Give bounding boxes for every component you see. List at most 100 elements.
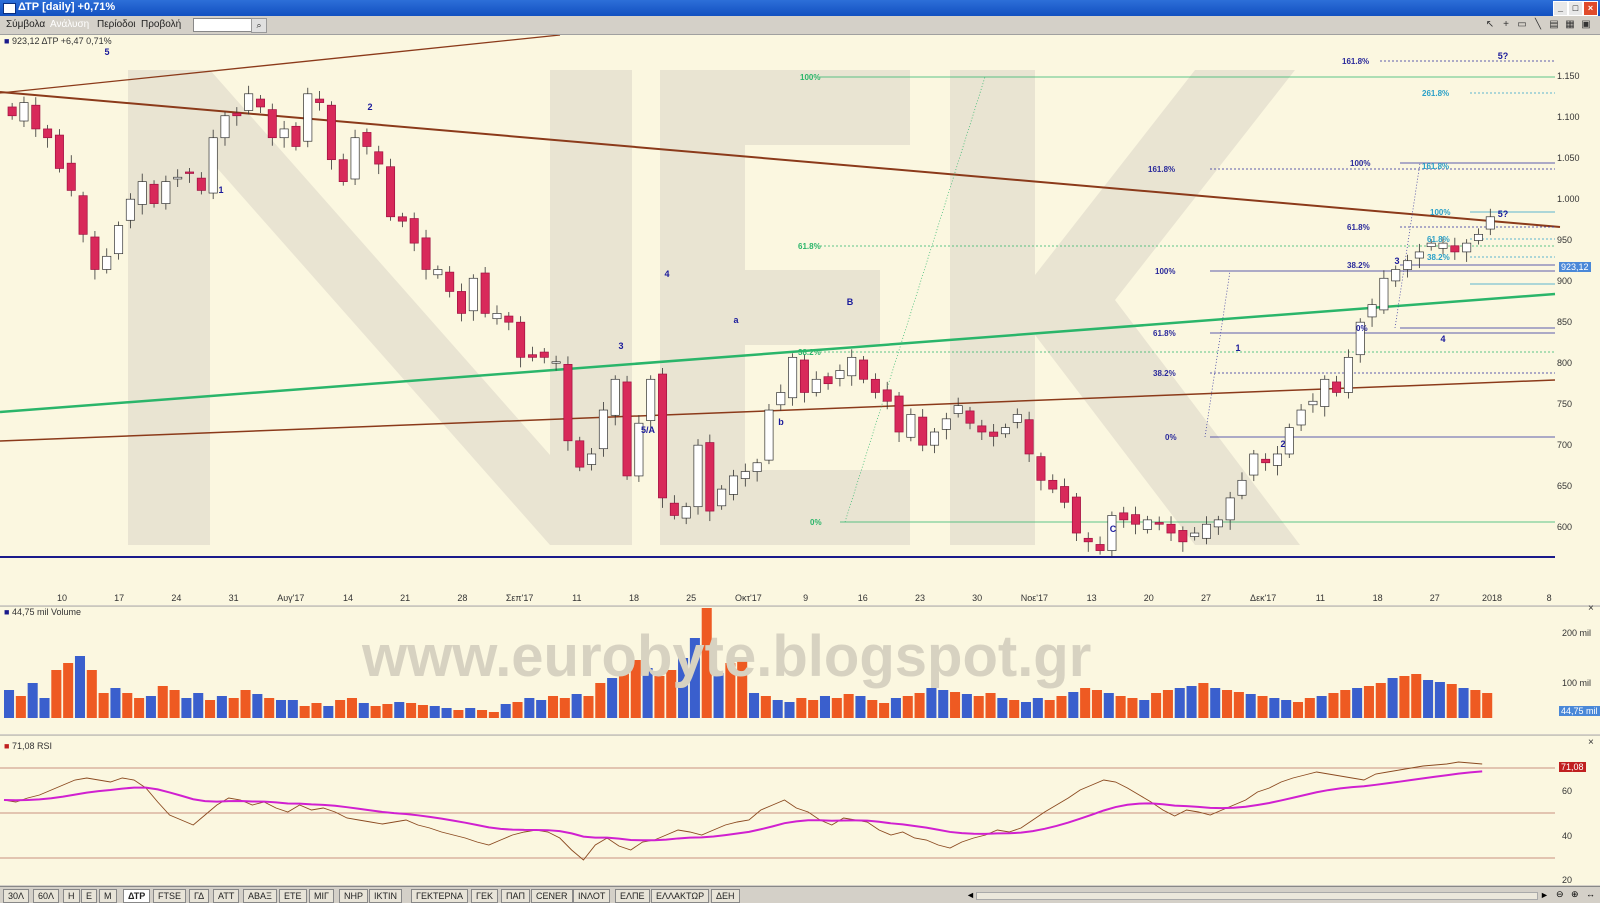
period-tab[interactable]: Ε [81,889,98,903]
zoom-out-icon[interactable]: ⊖ [1556,889,1564,900]
period-tab[interactable]: Μ [99,889,117,903]
volume-bar [1139,700,1150,718]
symbol-tab[interactable]: ΓΔ [189,889,210,903]
period-tab[interactable]: 30Λ [3,889,30,903]
symbol-tab[interactable]: ΙΚΤΙΝ [369,889,403,903]
candle-up [953,405,963,414]
search-icon[interactable]: ⌕ [251,18,267,33]
fib-label: 38.2% [1347,261,1370,270]
date-tick: 8 [1546,593,1552,603]
symbol-tab[interactable]: ΝΗΡ [339,889,369,903]
line-icon[interactable]: ╲ [1531,18,1545,31]
candle-up [1012,414,1022,423]
rectangle-icon[interactable]: ▭ [1515,18,1529,31]
volume-bar [86,670,97,718]
close-button[interactable]: × [1583,1,1598,16]
symbol-tab[interactable]: ΔΤΡ [123,889,151,903]
volume-bar [74,656,86,718]
candle-down [1154,522,1164,525]
volume-bar [417,705,428,718]
candle-up [102,255,112,270]
volume-bar [808,700,819,718]
volume-bar [287,700,298,718]
candle-up [764,409,774,461]
volume-bar [831,698,842,718]
date-tick: 25 [686,593,697,603]
candle-down [1261,458,1271,464]
candle-down [43,128,53,139]
menu-view[interactable]: Προβολή [141,19,181,30]
volume-bar [1210,688,1221,718]
symbol-tab[interactable]: ΓΕΚ [471,889,498,903]
close-panel-icon[interactable]: × [1588,737,1594,748]
candle-up [941,418,951,430]
volume-bar [406,703,417,718]
candle-down [409,218,419,244]
symbol-tab[interactable]: ΕΛΛΑΚΤΩΡ [651,889,710,903]
rsi-chart[interactable] [0,735,1600,885]
wave-label: 1 [1235,343,1240,353]
date-tick: 23 [914,593,926,603]
scroll-right-icon[interactable]: ► [1540,890,1549,900]
symbol-tab[interactable]: ΕΛΠΕ [615,889,650,903]
candle-down [799,359,809,393]
menu-symbols[interactable]: Σύμβολα [6,19,45,30]
menu-periods[interactable]: Περίοδοι [97,19,136,30]
menu-analysis[interactable]: Ανάλυση [50,19,89,30]
crosshair-icon[interactable]: + [1499,18,1513,31]
candle-down [267,109,277,139]
candle-up [1296,409,1306,426]
grid-icon[interactable]: ▦ [1563,18,1577,31]
volume-bar [346,698,357,718]
minimize-button[interactable]: _ [1553,1,1568,16]
symbol-tab[interactable]: ΠΑΠ [501,889,531,903]
volume-bar [1233,692,1244,718]
symbol-tab[interactable]: ΑΒΑΞ [243,889,277,903]
current-volume-box: 44,75 mil [1559,706,1600,716]
period-tab[interactable]: 60Λ [33,889,60,903]
fib-label: 38.2% [798,348,821,357]
symbol-tab[interactable]: ΑΤΤ [213,889,240,903]
candle-down [622,381,632,477]
horizontal-scrollbar[interactable] [976,892,1538,900]
symbol-tab[interactable]: ΙΝΛΟΤ [573,889,611,903]
symbol-tab[interactable]: ΓΕΚΤΕΡΝΑ [411,889,468,903]
volume-bar [1470,690,1481,718]
symbol-tab[interactable]: ΕΤΕ [279,889,307,903]
save-icon[interactable]: ▣ [1579,18,1593,31]
symbol-tab[interactable]: ΔΕΗ [711,889,740,903]
price-chart[interactable]: 521435/AabBC12345?5?100%61.8%0%38.2%100%… [0,35,1600,605]
symbol-search-input[interactable] [193,18,253,32]
close-panel-icon[interactable]: × [1588,603,1594,614]
zoom-fit-icon[interactable]: ↔ [1586,889,1595,899]
candle-down [326,104,336,161]
candle-up [1462,242,1472,253]
fib-label: 61.8% [1427,235,1450,244]
symbol-tab[interactable]: FTSE [153,889,187,903]
layout-icon[interactable]: ▤ [1547,18,1561,31]
volume-bar [39,698,50,718]
period-tab[interactable]: Η [63,889,80,903]
rsi-tick: 20 [1562,875,1573,885]
candle-up [681,506,691,519]
symbol-tab[interactable]: ΜΙΓ [309,889,334,903]
price-tick: 1.050 [1557,153,1580,163]
volume-bar [938,690,949,718]
fib-label: 61.8% [1153,329,1176,338]
cursor-icon[interactable]: ↖ [1483,18,1497,31]
candle-up [1237,479,1247,496]
maximize-button[interactable]: □ [1568,1,1583,16]
volume-bar [1032,698,1043,718]
volume-chart[interactable]: www.eurobyte.blogspot.gr [0,606,1600,734]
volume-bar [536,700,547,718]
volume-bar [760,696,771,718]
symbol-tab[interactable]: CENER [531,889,573,903]
volume-bar [1281,700,1292,718]
candle-down [563,364,573,442]
zoom-in-icon[interactable]: ⊕ [1571,889,1579,900]
volume-bar [465,708,476,718]
fib-label: 61.8% [1347,223,1370,232]
price-tick: 1.100 [1557,112,1580,122]
candle-down [362,132,372,147]
scroll-left-icon[interactable]: ◄ [966,890,975,900]
